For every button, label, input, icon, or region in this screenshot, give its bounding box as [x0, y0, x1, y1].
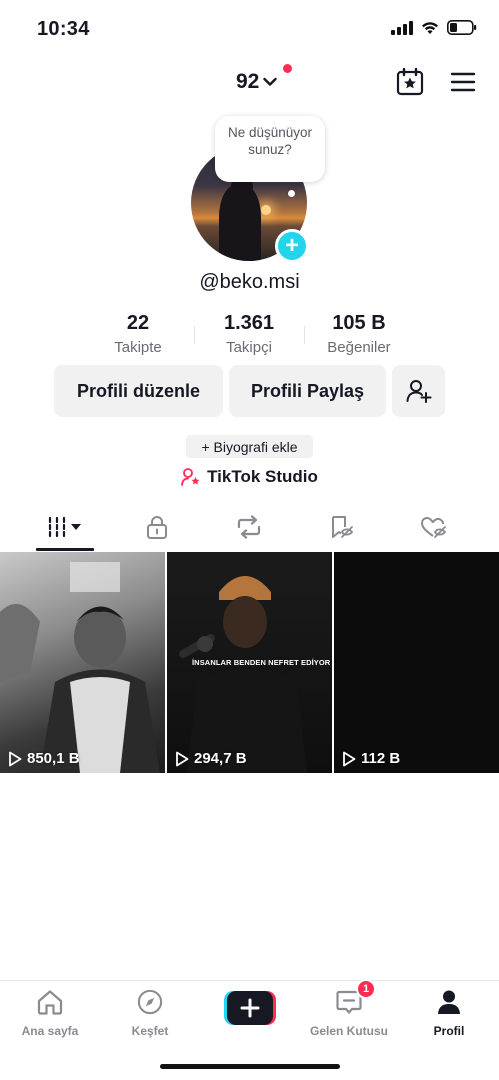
video-thumbnail[interactable]: İNSANLAR BENDEN NEFRET EDİYOR 294,7 B — [167, 552, 332, 773]
calendar-star-icon[interactable] — [396, 68, 424, 96]
nav-home-label: Ana sayfa — [21, 1024, 79, 1038]
heart-hidden-icon — [421, 517, 447, 538]
compass-icon — [137, 989, 163, 1015]
video-thumbnail-art — [0, 562, 160, 773]
tiktok-studio-label: TikTok Studio — [207, 467, 318, 486]
video-views: 112 B — [342, 750, 400, 767]
video-views-count: 294,7 B — [194, 750, 247, 767]
active-tab-indicator — [36, 548, 94, 551]
video-views-count: 112 B — [361, 750, 401, 767]
create-plus-icon[interactable] — [224, 991, 276, 1025]
video-thumbnail[interactable]: 112 B — [334, 552, 499, 773]
menu-icon[interactable] — [450, 70, 476, 94]
profile-stats: 22 Takipte 1.361 Takipçi 105 B Beğeniler — [0, 312, 499, 360]
tab-reposts[interactable] — [214, 505, 284, 549]
video-views: 850,1 B — [8, 750, 80, 767]
add-user-icon — [406, 380, 431, 403]
tab-private[interactable] — [122, 505, 192, 549]
inbox-badge: 1 — [356, 979, 376, 999]
stat-likes[interactable]: 105 B Beğeniler — [304, 312, 414, 356]
studio-user-star-icon — [181, 468, 200, 486]
stat-followers-label: Takipçi — [226, 339, 272, 356]
tab-videos[interactable] — [30, 505, 100, 549]
notification-dot — [283, 64, 292, 73]
video-grid: 850,1 B İNSANLAR BENDEN NEFRET EDİYOR 29… — [0, 552, 499, 773]
nav-inbox[interactable]: Gelen Kutusu — [304, 989, 394, 1038]
wifi-icon — [422, 21, 438, 34]
video-views: 294,7 B — [175, 750, 247, 767]
video-thumbnail[interactable]: 850,1 B — [0, 552, 165, 773]
nav-profile-label: Profil — [433, 1024, 465, 1038]
video-caption: İNSANLAR BENDEN NEFRET EDİYOR — [192, 658, 331, 667]
share-profile-button[interactable]: Profili Paylaş — [229, 365, 386, 417]
stat-likes-label: Beğeniler — [327, 339, 391, 356]
avatar-sun — [261, 205, 271, 215]
stat-following[interactable]: 22 Takipte — [83, 312, 193, 356]
battery-icon — [447, 20, 477, 35]
account-name: 92 — [236, 70, 260, 93]
nav-profile[interactable]: Profil — [404, 989, 494, 1038]
status-bar: 10:34 — [0, 0, 499, 58]
nav-home[interactable]: Ana sayfa — [5, 989, 95, 1038]
signal-icon — [391, 20, 413, 35]
play-icon — [343, 751, 356, 766]
username: @beko.msi — [199, 271, 300, 293]
status-time: 10:34 — [37, 18, 90, 40]
nav-inbox-label: Gelen Kutusu — [309, 1024, 388, 1038]
play-icon — [9, 751, 22, 766]
stat-following-label: Takipte — [114, 339, 162, 356]
nav-discover[interactable]: Keşfet — [105, 989, 195, 1038]
tab-saved[interactable] — [307, 505, 377, 549]
bookmark-hidden-icon — [332, 516, 354, 538]
home-indicator — [160, 1064, 340, 1069]
chevron-down-icon — [263, 77, 278, 86]
account-switcher[interactable]: 92 — [236, 70, 278, 94]
grid-filter-icon — [48, 516, 81, 538]
repost-icon — [237, 515, 261, 539]
tab-liked[interactable] — [399, 505, 469, 549]
status-icons — [391, 20, 477, 35]
profile-tabs — [0, 505, 499, 551]
play-icon — [176, 751, 189, 766]
add-bio-button[interactable]: + Biyografi ekle — [186, 435, 313, 458]
stat-following-value: 22 — [126, 312, 150, 334]
edit-profile-button[interactable]: Profili düzenle — [54, 365, 223, 417]
add-friend-button[interactable] — [392, 365, 445, 417]
tiktok-studio-link[interactable]: TikTok Studio — [0, 467, 499, 487]
home-icon — [37, 990, 63, 1015]
lock-icon — [147, 516, 167, 539]
video-views-count: 850,1 B — [27, 750, 80, 767]
profile-icon — [438, 990, 460, 1014]
stat-likes-value: 105 B — [332, 312, 386, 334]
stat-followers[interactable]: 1.361 Takipçi — [194, 312, 304, 356]
nav-discover-label: Keşfet — [131, 1024, 169, 1038]
thought-bubble-text: Ne düşünüyorsunuz? — [227, 125, 313, 157]
add-story-button[interactable]: + — [275, 229, 309, 263]
profile-header: 92 — [0, 62, 499, 106]
stat-followers-value: 1.361 — [223, 312, 275, 334]
thought-bubble[interactable]: Ne düşünüyorsunuz? — [215, 116, 325, 182]
thought-bubble-dot — [288, 190, 295, 197]
